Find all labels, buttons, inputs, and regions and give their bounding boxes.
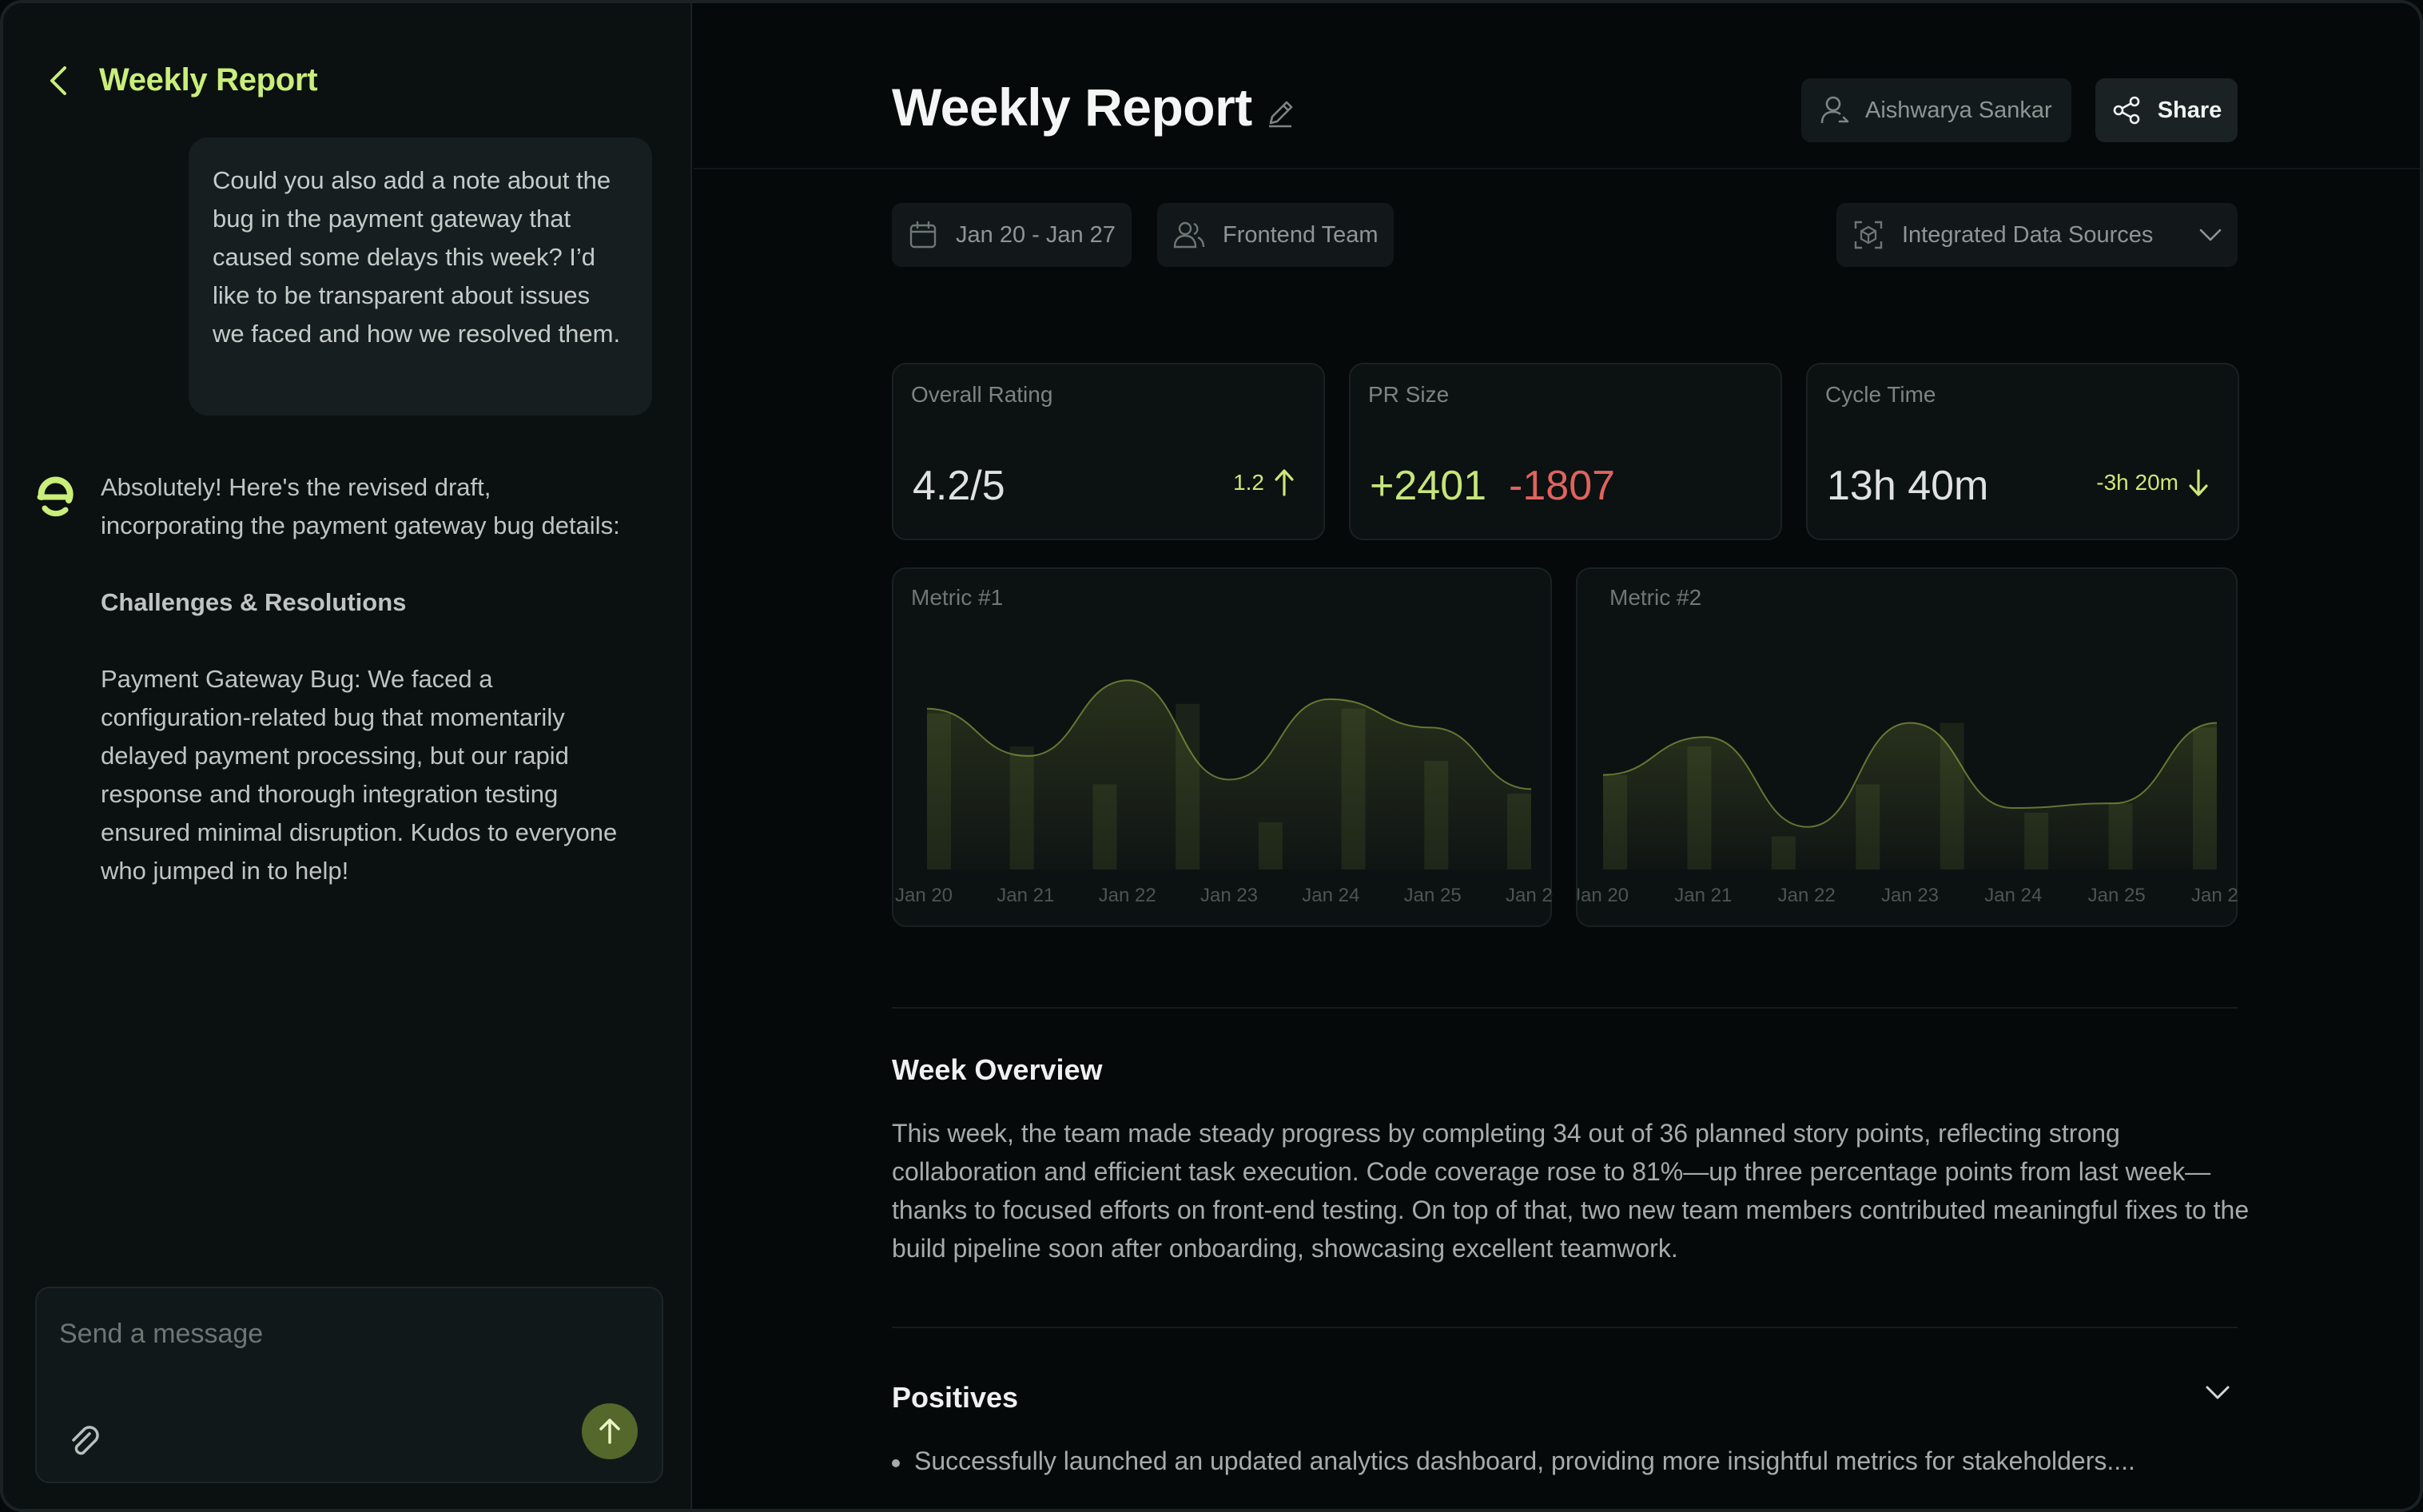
x-tick-label: Jan 24 xyxy=(1984,885,2042,906)
x-tick-label: Jan 26 xyxy=(1506,885,1554,906)
x-tick-label: Jan 26 xyxy=(2191,885,2239,906)
x-tick-label: Jan 25 xyxy=(1404,885,1462,906)
attach-button[interactable] xyxy=(62,1419,107,1464)
positives-title[interactable]: Positives xyxy=(892,1381,1018,1415)
x-tick-label: Jan 21 xyxy=(997,885,1054,906)
assistant-intro: Absolutely! Here's the revised draft, in… xyxy=(101,473,620,539)
date-range-label: Jan 20 - Jan 27 xyxy=(956,221,1116,248)
chat-title: Weekly Report xyxy=(99,62,318,97)
message-input[interactable] xyxy=(59,1314,619,1354)
assistant-heading: Challenges & Resolutions xyxy=(101,588,407,616)
pr-size-value: +2401 -1807 xyxy=(1370,462,1615,510)
x-tick-label: Jan 25 xyxy=(2088,885,2146,906)
metric-2-card: Metric #2 Jan 20Jan 21Jan 22Jan 23Jan 24… xyxy=(1576,567,2239,927)
user-message-bubble: Could you also add a note about the bug … xyxy=(189,137,652,416)
pr-size-label: PR Size xyxy=(1368,382,1450,407)
x-tick-label: Jan 21 xyxy=(1674,885,1732,906)
team-label: Frontend Team xyxy=(1223,221,1379,248)
metric-2-chart: Jan 20 Jan 21 Jan 22 Jan 23 Jan 24 Jan 25 Jan … xyxy=(1578,722,2239,906)
pencil-edit-icon[interactable] xyxy=(1264,97,1296,133)
overview-text: This week, the team made steady progress… xyxy=(892,1119,2250,1263)
metric-1-card: Metric #1 Jan 20 Jan 21 Jan 22 Jan 23 Jan 24… xyxy=(892,567,1554,927)
overall-rating-delta: 1.2 xyxy=(1233,468,1295,497)
app-window: Weekly Report Could you also add a note … xyxy=(0,0,2423,1512)
assistant-logo-icon xyxy=(34,473,75,522)
send-button[interactable] xyxy=(582,1403,638,1459)
pr-lines-added: +2401 xyxy=(1370,463,1487,509)
metric-1-chart: Jan 20 Jan 21 Jan 22 Jan 23 Jan 24 Jan 25 Jan … xyxy=(895,679,1554,906)
overall-rating-card: Overall Rating 4.2/5 1.2 xyxy=(892,363,1325,540)
x-tick-label: Jan 20 xyxy=(895,885,953,906)
data-source-icon xyxy=(1854,221,1883,249)
x-tick-label: Jan 22 xyxy=(1099,885,1156,906)
report-panel: Weekly Report Aishwarya Sankar Share Jan… xyxy=(694,3,2420,1509)
back-arrow-icon[interactable] xyxy=(48,64,69,97)
pr-size-card: PR Size +2401 -1807 xyxy=(1349,363,1782,540)
x-tick-label: Jan 22 xyxy=(1778,885,1836,906)
user-icon xyxy=(1820,96,1849,124)
share-label: Share xyxy=(2157,97,2222,123)
overview-title: Week Overview xyxy=(892,1053,1103,1086)
chart-area xyxy=(1603,722,2217,869)
x-tick-label: Jan 23 xyxy=(1881,885,1939,906)
assistant-message: Absolutely! Here's the revised draft, in… xyxy=(101,468,620,929)
share-icon xyxy=(2113,96,2139,125)
calendar-icon xyxy=(909,221,937,249)
user-chip[interactable]: Aishwarya Sankar xyxy=(1801,78,2071,142)
positives-list-item: Successfully launched an updated analyti… xyxy=(892,1446,2135,1476)
cycle-time-delta-value: -3h 20m xyxy=(2096,470,2178,495)
users-icon xyxy=(1173,221,1205,249)
arrow-down-icon xyxy=(2189,469,2208,496)
cycle-time-label: Cycle Time xyxy=(1825,382,1936,407)
positives-item-text: Successfully launched an updated analyti… xyxy=(914,1446,2135,1475)
assistant-body: Payment Gateway Bug: We faced a configur… xyxy=(101,665,618,885)
arrow-up-icon xyxy=(1275,469,1294,496)
data-sources-dropdown[interactable]: Integrated Data Sources xyxy=(1836,203,2238,267)
arrow-up-icon xyxy=(599,1418,620,1444)
cycle-time-delta: -3h 20m xyxy=(2096,468,2209,497)
pr-lines-removed: -1807 xyxy=(1509,463,1616,509)
message-composer xyxy=(35,1287,663,1483)
paperclip-icon xyxy=(72,1426,99,1455)
chat-panel: Weekly Report Could you also add a note … xyxy=(3,3,692,1509)
chart-area xyxy=(927,680,1531,869)
divider xyxy=(892,1007,2238,1009)
user-name: Aishwarya Sankar xyxy=(1865,97,2052,123)
chevron-down-icon xyxy=(2200,229,2222,241)
cycle-time-value: 13h 40m xyxy=(1827,463,1989,509)
chat-header: Weekly Report xyxy=(48,62,318,98)
divider xyxy=(892,1327,2238,1328)
x-tick-label: Jan 20 xyxy=(1578,885,1629,906)
share-button[interactable]: Share xyxy=(2095,78,2238,142)
x-tick-label: Jan 23 xyxy=(1200,885,1258,906)
overall-rating-label: Overall Rating xyxy=(911,382,1053,407)
data-sources-label: Integrated Data Sources xyxy=(1902,221,2154,248)
overall-rating-delta-value: 1.2 xyxy=(1233,470,1264,495)
x-tick-label: Jan 24 xyxy=(1302,885,1359,906)
report-title: Weekly Report xyxy=(892,78,1252,137)
report-topbar: Weekly Report Aishwarya Sankar Share xyxy=(694,3,2420,169)
chevron-down-icon[interactable] xyxy=(2204,1384,2231,1406)
overall-rating-value: 4.2/5 xyxy=(913,463,1005,509)
date-range-filter[interactable]: Jan 20 - Jan 27 xyxy=(892,203,1132,267)
cycle-time-card: Cycle Time 13h 40m -3h 20m xyxy=(1806,363,2239,540)
bullet-dot xyxy=(892,1458,900,1467)
team-filter[interactable]: Frontend Team xyxy=(1157,203,1394,267)
